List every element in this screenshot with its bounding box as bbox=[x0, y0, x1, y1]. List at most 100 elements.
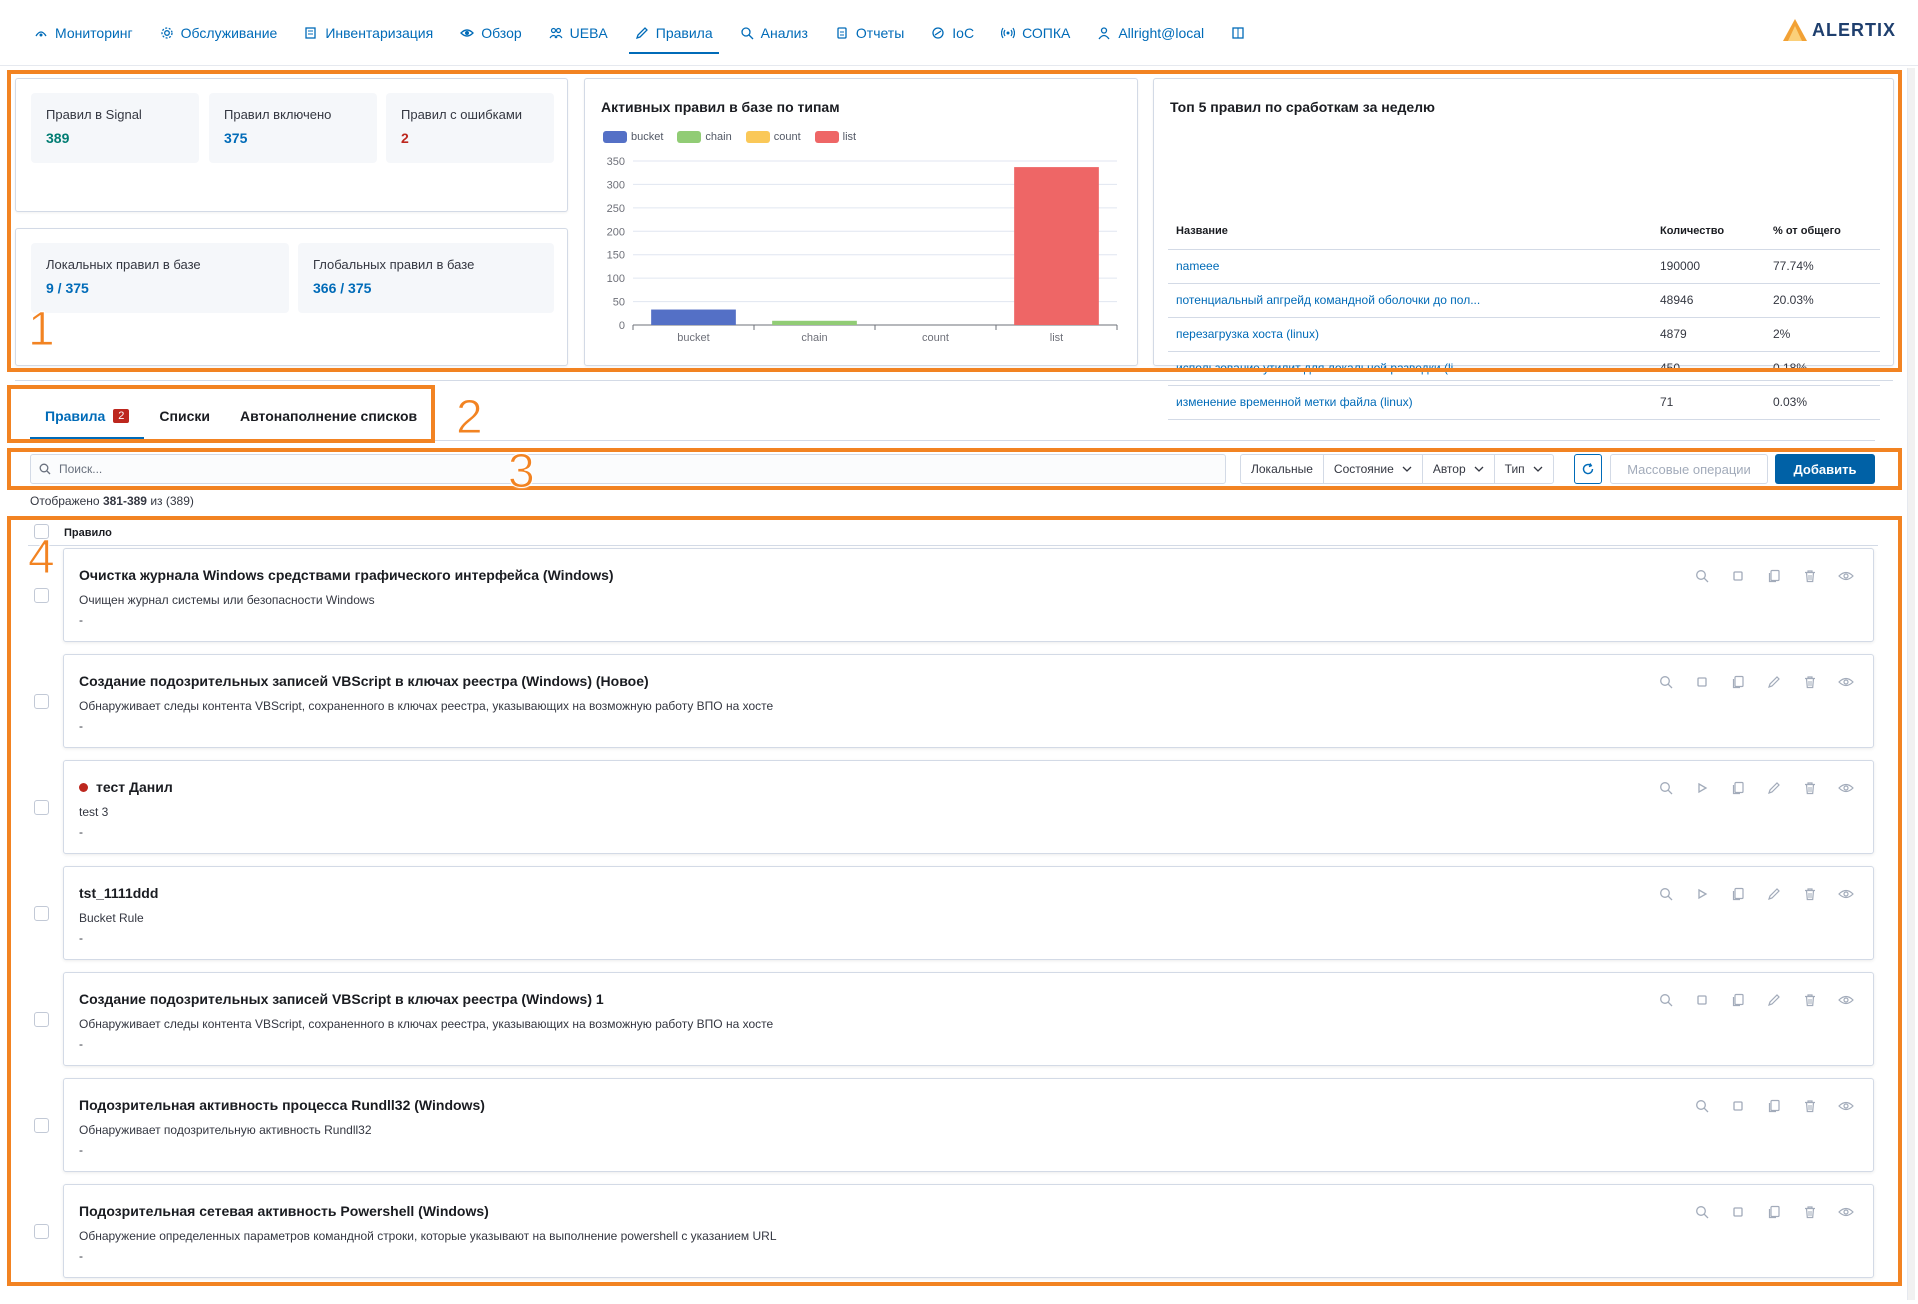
filter-state[interactable]: Состояние bbox=[1324, 455, 1423, 483]
copy-button[interactable] bbox=[1729, 885, 1747, 903]
tab-autofill-lists[interactable]: Автонаполнение списков bbox=[225, 392, 432, 440]
rule-row-checkbox[interactable] bbox=[34, 588, 49, 603]
delete-button[interactable] bbox=[1801, 567, 1819, 585]
rule-link[interactable]: изменение временной метки файла (linux) bbox=[1168, 385, 1652, 420]
nav-item-6[interactable]: Анализ bbox=[728, 16, 820, 50]
rule-row-checkbox[interactable] bbox=[34, 694, 49, 709]
inspect-button[interactable] bbox=[1657, 779, 1675, 797]
view-button[interactable] bbox=[1837, 885, 1855, 903]
rule-row-checkbox[interactable] bbox=[34, 800, 49, 815]
delete-button[interactable] bbox=[1801, 1203, 1819, 1221]
nav-item-7[interactable]: Отчеты bbox=[823, 16, 916, 50]
nav-item-2[interactable]: Инвентаризация bbox=[292, 16, 445, 50]
delete-button[interactable] bbox=[1801, 673, 1819, 691]
rule-row-checkbox[interactable] bbox=[34, 906, 49, 921]
rule-card[interactable]: тест Данил test 3 - bbox=[63, 760, 1874, 854]
bulk-operations-button[interactable]: Массовые операции bbox=[1610, 454, 1768, 484]
copy-button[interactable] bbox=[1765, 1097, 1783, 1115]
edit-button[interactable] bbox=[1765, 991, 1783, 1009]
copy-button[interactable] bbox=[1729, 779, 1747, 797]
delete-button[interactable] bbox=[1801, 779, 1819, 797]
docs-book-icon-button[interactable] bbox=[1219, 16, 1257, 50]
search-input[interactable] bbox=[59, 462, 1159, 476]
rule-title[interactable]: Подозрительная активность процесса Rundl… bbox=[79, 1097, 485, 1113]
rule-title[interactable]: Подозрительная сетевая активность Powers… bbox=[79, 1203, 489, 1219]
rule-card[interactable]: Очистка журнала Windows средствами графи… bbox=[63, 548, 1874, 642]
stop-button[interactable] bbox=[1693, 991, 1711, 1009]
edit-button[interactable] bbox=[1765, 779, 1783, 797]
stop-button[interactable] bbox=[1729, 1203, 1747, 1221]
nav-item-3[interactable]: Обзор bbox=[448, 16, 533, 50]
inspect-button[interactable] bbox=[1657, 673, 1675, 691]
search-box[interactable] bbox=[30, 454, 1226, 484]
rule-title[interactable]: тест Данил bbox=[79, 779, 173, 795]
delete-button[interactable] bbox=[1801, 1097, 1819, 1115]
tab-lists[interactable]: Списки bbox=[144, 392, 225, 440]
copy-button[interactable] bbox=[1765, 1203, 1783, 1221]
rule-title[interactable]: Создание подозрительных записей VBScript… bbox=[79, 991, 604, 1007]
inspect-button[interactable] bbox=[1693, 1203, 1711, 1221]
rule-link[interactable]: перезагрузка хоста (linux) bbox=[1168, 317, 1652, 352]
select-all-checkbox[interactable] bbox=[34, 524, 49, 539]
edit-button[interactable] bbox=[1765, 885, 1783, 903]
rule-title[interactable]: Очистка журнала Windows средствами графи… bbox=[79, 567, 614, 583]
rule-link[interactable]: потенциальный апгрейд командной оболочки… bbox=[1168, 283, 1652, 318]
view-button[interactable] bbox=[1837, 1097, 1855, 1115]
rule-card[interactable]: Создание подозрительных записей VBScript… bbox=[63, 654, 1874, 748]
view-button[interactable] bbox=[1837, 673, 1855, 691]
inspect-button[interactable] bbox=[1657, 991, 1675, 1009]
nav-item-label: Allright@local bbox=[1118, 24, 1205, 41]
stop-button[interactable] bbox=[1729, 567, 1747, 585]
view-button[interactable] bbox=[1837, 991, 1855, 1009]
filter-type[interactable]: Тип bbox=[1495, 455, 1553, 483]
filter-local[interactable]: Локальные bbox=[1241, 455, 1324, 483]
tab-rules[interactable]: Правила 2 bbox=[30, 392, 145, 440]
copy-button[interactable] bbox=[1765, 567, 1783, 585]
copy-button[interactable] bbox=[1729, 991, 1747, 1009]
filter-author[interactable]: Автор bbox=[1423, 455, 1495, 483]
column-header: Количество bbox=[1652, 213, 1765, 250]
inspect-button[interactable] bbox=[1657, 885, 1675, 903]
bar-list[interactable] bbox=[1014, 167, 1099, 325]
nav-item-9[interactable]: СОПКА bbox=[989, 16, 1082, 50]
delete-button[interactable] bbox=[1801, 885, 1819, 903]
nav-item-8[interactable]: IoC bbox=[919, 16, 986, 50]
rule-row-checkbox[interactable] bbox=[34, 1118, 49, 1133]
add-button[interactable]: Добавить bbox=[1775, 454, 1875, 484]
rule-card[interactable]: Подозрительная активность процесса Rundl… bbox=[63, 1078, 1874, 1172]
nav-item-4[interactable]: UEBA bbox=[537, 16, 620, 50]
stop-button[interactable] bbox=[1729, 1097, 1747, 1115]
rule-card[interactable]: tst_1111ddd Bucket Rule - bbox=[63, 866, 1874, 960]
table-row: потенциальный апгрейд командной оболочки… bbox=[1168, 283, 1880, 318]
rule-row-checkbox[interactable] bbox=[34, 1224, 49, 1239]
view-button[interactable] bbox=[1837, 567, 1855, 585]
view-button[interactable] bbox=[1837, 779, 1855, 797]
scrollbar[interactable] bbox=[1907, 68, 1915, 1300]
edit-button[interactable] bbox=[1765, 673, 1783, 691]
stop-button[interactable] bbox=[1693, 673, 1711, 691]
rule-row-checkbox[interactable] bbox=[34, 1012, 49, 1027]
table-row: изменение временной метки файла (linux) 7… bbox=[1168, 385, 1880, 420]
nav-item-5[interactable]: Правила bbox=[623, 16, 725, 54]
inspect-button[interactable] bbox=[1693, 1097, 1711, 1115]
bar-chain[interactable] bbox=[772, 320, 857, 325]
rule-card[interactable]: Подозрительная сетевая активность Powers… bbox=[63, 1184, 1874, 1278]
copy-button[interactable] bbox=[1729, 673, 1747, 691]
table-cell: 190000 bbox=[1652, 249, 1765, 284]
nav-item-10[interactable]: Allright@local bbox=[1085, 16, 1216, 50]
nav-item-0[interactable]: Мониторинг bbox=[22, 16, 145, 50]
nav-item-1[interactable]: Обслуживание bbox=[148, 16, 290, 50]
delete-button[interactable] bbox=[1801, 991, 1819, 1009]
inspect-button[interactable] bbox=[1693, 567, 1711, 585]
rule-title[interactable]: tst_1111ddd bbox=[79, 885, 158, 901]
start-button[interactable] bbox=[1693, 779, 1711, 797]
rule-link[interactable]: nameee bbox=[1168, 249, 1652, 284]
view-button[interactable] bbox=[1837, 1203, 1855, 1221]
rule-title[interactable]: Создание подозрительных записей VBScript… bbox=[79, 673, 649, 689]
stat-label: Глобальных правил в базе bbox=[313, 257, 475, 272]
start-button[interactable] bbox=[1693, 885, 1711, 903]
copy-icon bbox=[1768, 569, 1780, 583]
rule-card[interactable]: Создание подозрительных записей VBScript… bbox=[63, 972, 1874, 1066]
bar-bucket[interactable] bbox=[651, 309, 736, 325]
refresh-button[interactable] bbox=[1574, 454, 1602, 484]
